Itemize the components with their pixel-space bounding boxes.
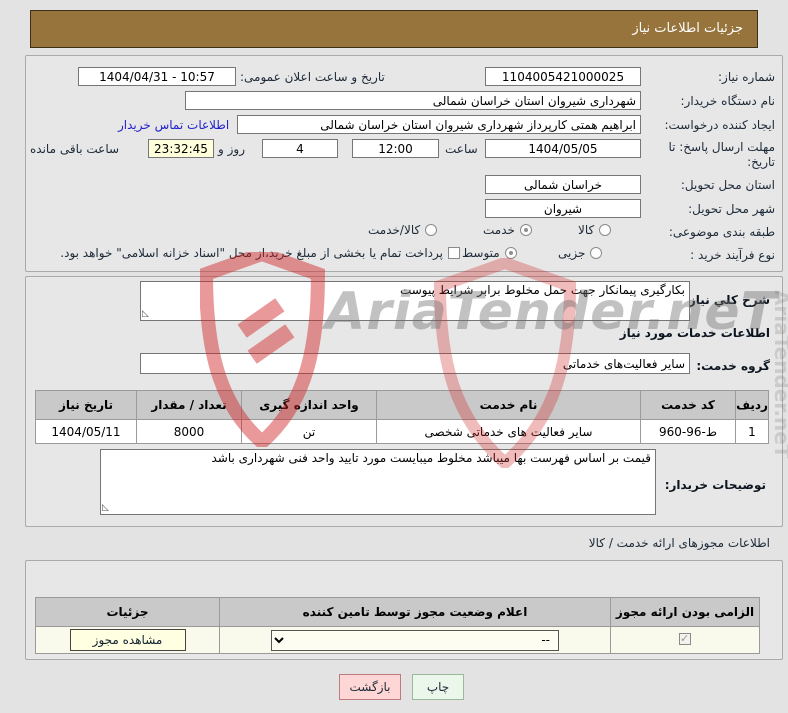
reply-deadline-label: مهلت ارسال پاسخ: تا تاریخ:	[668, 140, 775, 169]
delivery-city-label: شهر محل تحویل:	[688, 202, 775, 216]
cell-service-name: سایر فعالیت های خدماتی شخصی	[376, 419, 641, 444]
reply-deadline-date-field[interactable]	[485, 139, 641, 158]
radio-partial[interactable]: جزیی	[558, 246, 603, 260]
need-number-label: شماره نیاز:	[718, 70, 775, 84]
buyer-notes-label: توضیحات خریدار:	[664, 478, 766, 492]
hours-remaining-label: ساعت باقی مانده	[30, 142, 120, 156]
radio-goods-label: کالا	[578, 223, 595, 237]
delivery-province-field[interactable]	[485, 175, 641, 194]
buyer-notes-textarea[interactable]: قیمت بر اساس فهرست بها میباشد مخلوط میبا…	[100, 449, 656, 515]
cell-service-code: ط-96-960	[640, 419, 736, 444]
radio-icon[interactable]	[425, 224, 438, 236]
permits-table-header-row: الزامی بودن ارائه مجوز اعلام وضعیت مجوز …	[35, 597, 760, 627]
page-title: جزئیات اطلاعات نیاز	[30, 10, 758, 48]
col-quantity: تعداد / مقدار	[136, 390, 242, 420]
col-row-number: ردیف	[735, 390, 769, 420]
radio-partial-label: جزیی	[558, 246, 586, 260]
col-permit-required: الزامی بودن ارائه مجوز	[610, 597, 760, 627]
subject-classification-label: طبقه بندی موضوعی:	[668, 225, 775, 239]
reply-deadline-time-field[interactable]	[352, 139, 439, 158]
permit-required-checkbox	[679, 632, 691, 645]
buyer-name-label: نام دستگاه خریدار:	[680, 94, 776, 108]
remaining-days-field[interactable]	[262, 139, 338, 158]
permits-section-heading: اطلاعات مجوزهای ارائه خدمت / کالا	[588, 536, 770, 550]
need-details-page: AriaTender.neT AriaTender.neT جزئیات اطل…	[0, 0, 788, 713]
services-table-header-row: ردیف کد خدمت نام خدمت واحد اندازه گیری ت…	[35, 390, 769, 420]
permits-table: الزامی بودن ارائه مجوز اعلام وضعیت مجوز …	[35, 597, 760, 654]
treasury-payment-option[interactable]: پرداخت تمام یا بخشی از مبلغ خرید،از محل …	[28, 246, 460, 260]
need-description-textarea[interactable]: بکارگیری پیمانکار جهت حمل مخلوط برابر شر…	[140, 281, 690, 321]
announce-datetime-label: تاریخ و ساعت اعلان عمومی:	[240, 70, 385, 84]
radio-icon[interactable]	[599, 224, 612, 236]
hour-label: ساعت	[445, 142, 478, 156]
col-permit-details: جزئیات	[35, 597, 220, 627]
radio-medium-label: متوسط	[462, 246, 500, 260]
cell-permit-details: مشاهده مجوز	[35, 626, 220, 654]
back-button[interactable]: بازگشت	[339, 674, 401, 700]
treasury-checkbox-label: پرداخت تمام یا بخشی از مبلغ خرید،از محل …	[60, 246, 443, 260]
cell-unit: تن	[241, 419, 377, 444]
radio-service-label: خدمت	[483, 223, 515, 237]
radio-icon[interactable]	[590, 247, 603, 259]
remaining-time-field	[148, 139, 214, 158]
days-and-label: روز و	[218, 142, 245, 156]
radio-goods-service-label: کالا/خدمت	[368, 223, 421, 237]
col-service-code: کد خدمت	[640, 390, 736, 420]
col-unit: واحد اندازه گیری	[241, 390, 377, 420]
cell-permit-required	[610, 626, 760, 654]
permit-status-select[interactable]: --	[271, 629, 559, 651]
radio-goods-service[interactable]: کالا/خدمت	[368, 223, 438, 237]
treasury-checkbox[interactable]	[448, 247, 460, 259]
radio-medium[interactable]: متوسط	[462, 246, 517, 260]
announce-datetime-field[interactable]	[78, 67, 236, 86]
services-table-row: 1 ط-96-960 سایر فعالیت های خدماتی شخصی ت…	[35, 419, 769, 444]
cell-quantity: 8000	[136, 419, 242, 444]
request-creator-label: ایجاد کننده درخواست:	[664, 118, 775, 132]
col-need-date: تاریخ نیاز	[35, 390, 137, 420]
radio-service[interactable]: خدمت	[483, 223, 532, 237]
permits-table-row: -- مشاهده مجوز	[35, 626, 760, 654]
cell-permit-status: --	[219, 626, 611, 654]
need-number-field[interactable]	[485, 67, 641, 86]
col-permit-status: اعلام وضعیت مجوز توسط تامین کننده	[219, 597, 611, 627]
radio-goods[interactable]: کالا	[578, 223, 612, 237]
delivery-province-label: استان محل تحویل:	[680, 178, 775, 192]
buyer-name-field[interactable]	[185, 91, 641, 110]
request-creator-field[interactable]	[237, 115, 641, 134]
radio-selected-icon[interactable]	[504, 247, 517, 259]
cell-row-number: 1	[735, 419, 769, 444]
cell-need-date: 1404/05/11	[35, 419, 137, 444]
view-permit-button[interactable]: مشاهده مجوز	[69, 629, 186, 651]
print-button[interactable]: چاپ	[412, 674, 464, 700]
col-service-name: نام خدمت	[376, 390, 641, 420]
service-group-label: گروه خدمت:	[696, 359, 770, 373]
delivery-city-field[interactable]	[485, 199, 641, 218]
radio-selected-icon[interactable]	[519, 224, 532, 236]
buyer-contact-link[interactable]: اطلاعات تماس خریدار	[118, 118, 229, 132]
service-group-field[interactable]	[140, 353, 690, 374]
services-section-heading: اطلاعات خدمات مورد نیاز	[619, 326, 770, 340]
need-description-label: شرح کلي نیاز:	[684, 293, 770, 307]
services-table: ردیف کد خدمت نام خدمت واحد اندازه گیری ت…	[35, 390, 769, 444]
purchase-process-type-label: نوع فرآیند خرید :	[690, 248, 775, 262]
